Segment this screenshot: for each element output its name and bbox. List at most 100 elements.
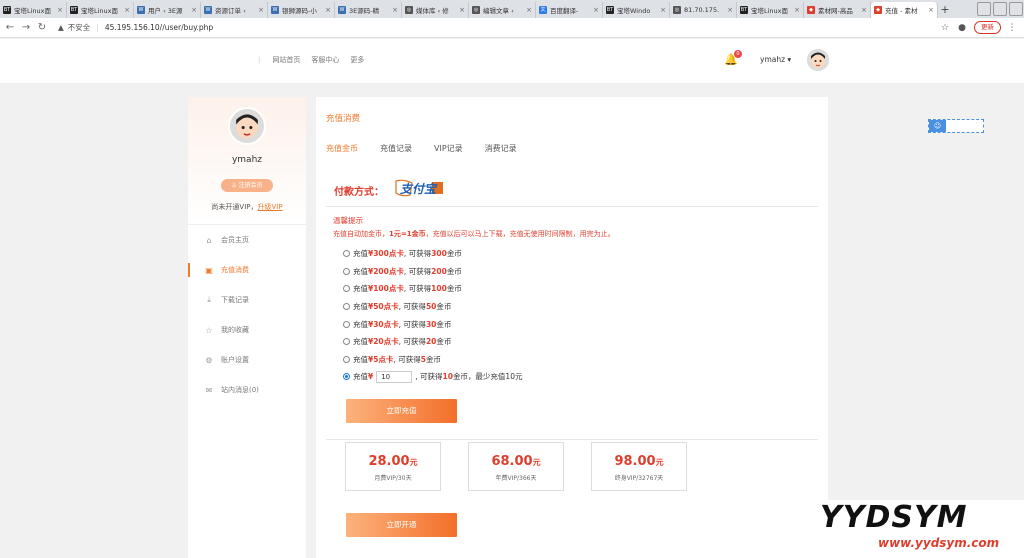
nav-service[interactable]: 客服中心 <box>311 55 339 65</box>
recharge-option[interactable]: 充值 ¥30点卡, 可获得 30 金币 <box>343 315 522 333</box>
recharge-option[interactable]: 充值 ¥20点卡, 可获得 20 金币 <box>343 333 522 351</box>
floating-widget[interactable]: ☺ <box>928 119 984 133</box>
alipay-logo[interactable]: 支付宝 <box>394 179 444 197</box>
tab-close-icon[interactable]: × <box>325 6 331 14</box>
recharge-option[interactable]: 充值 ¥100点卡, 可获得 100 金币 <box>343 280 522 298</box>
sidebar-item[interactable]: ⌂ 会员主页 <box>188 225 306 255</box>
browser-tab[interactable]: W 银狮源码-小 × <box>268 2 335 18</box>
option-radio[interactable] <box>343 338 350 346</box>
browser-tab[interactable]: 文百度翻译- × <box>536 2 603 18</box>
forward-icon[interactable]: → <box>20 22 32 33</box>
vip-plan-card[interactable]: 28.00元 月费VIP/30天 <box>345 442 441 491</box>
tab-label: 宝塔Linux面 <box>81 7 119 15</box>
maximize-button[interactable] <box>993 2 1007 16</box>
tab-close-icon[interactable]: × <box>191 6 197 14</box>
browser-tab[interactable]: W 资源订单 ‹ × <box>201 2 268 18</box>
option-radio[interactable] <box>343 373 350 381</box>
avatar-face-icon <box>807 49 829 71</box>
browser-tab[interactable]: BT 宝塔Linux面 × <box>67 2 134 18</box>
bookmark-star-icon[interactable]: ☆ <box>939 23 951 33</box>
option-suffix: 金币 <box>446 266 462 276</box>
tab-close-icon[interactable]: × <box>660 6 666 14</box>
tab-close-icon[interactable]: × <box>593 6 599 14</box>
tab-label: 媒体库 ‹ 修 <box>416 7 449 15</box>
option-radio[interactable] <box>343 250 350 258</box>
option-radio[interactable] <box>343 355 350 363</box>
vip-plan-card[interactable]: 68.00元 年费VIP/366天 <box>468 442 564 491</box>
option-suffix: 金币 <box>425 354 441 364</box>
minimize-button[interactable] <box>977 2 991 16</box>
account-icon[interactable]: ● <box>956 23 968 33</box>
tab-recharge-records[interactable]: 充值记录 <box>380 143 412 154</box>
tab-close-icon[interactable]: × <box>861 6 867 14</box>
tab-close-icon[interactable]: × <box>794 6 800 14</box>
nav-more[interactable]: 更多 <box>350 55 364 65</box>
tab-close-icon[interactable]: × <box>392 6 398 14</box>
reload-icon[interactable]: ↻ <box>36 22 48 33</box>
recharge-option[interactable]: 充值 ¥5点卡, 可获得 5 金币 <box>343 351 522 369</box>
bell-icon[interactable]: 🔔 0 <box>724 50 742 69</box>
new-tab-button[interactable]: + <box>938 2 952 18</box>
vip-status: 尚未开通VIP，升级VIP <box>188 202 306 212</box>
sidebar-item[interactable]: ▣ 充值消费 <box>188 255 306 285</box>
tab-favicon-icon: W <box>137 6 145 14</box>
option-radio[interactable] <box>343 267 350 275</box>
option-card: ¥50点卡 <box>368 302 399 312</box>
browser-tab[interactable]: BT 宝塔Windo × <box>603 2 670 18</box>
tab-close-icon[interactable]: × <box>258 6 264 14</box>
tab-label: 宝塔Linux面 <box>751 7 789 15</box>
warning-icon: ▲ <box>58 23 64 32</box>
tab-favicon-icon: BT <box>740 6 748 14</box>
tab-close-icon[interactable]: × <box>526 6 532 14</box>
url-separator: | <box>96 23 99 32</box>
browser-tab[interactable]: W 3E源码-精 × <box>335 2 402 18</box>
update-button[interactable]: 更新 <box>974 21 1001 34</box>
recharge-option[interactable]: 充值 ¥200点卡, 可获得 200 金币 <box>343 263 522 281</box>
browser-tab[interactable]: BT 宝塔Linux面 × <box>0 2 67 18</box>
avatar-face-icon <box>230 109 264 143</box>
url-field[interactable]: ▲ 不安全 | 45.195.156.10//user/buy.php <box>58 21 934 35</box>
user-icon: ♙ <box>231 182 239 189</box>
sidebar-item[interactable]: ✉ 站内消息(0) <box>188 375 306 405</box>
browser-tab[interactable]: ◆ 充值 - 素材 × <box>871 2 938 18</box>
vip-plan-card[interactable]: 98.00元 终身VIP/32767天 <box>591 442 687 491</box>
tab-close-icon[interactable]: × <box>727 6 733 14</box>
sidebar-username: ymahz <box>231 155 263 165</box>
recharge-button[interactable]: 立即充值 <box>346 399 457 423</box>
option-radio[interactable] <box>343 320 350 328</box>
option-radio[interactable] <box>343 285 350 293</box>
vip-price-unit: 元 <box>409 458 418 467</box>
tab-close-icon[interactable]: × <box>459 6 465 14</box>
browser-tab[interactable]: ◎ 编辑文章 ‹ × <box>469 2 536 18</box>
recharge-tabs: 充值金币 充值记录 VIP记录 消费记录 <box>326 143 539 154</box>
menu-dots-icon[interactable]: ⋮ <box>1006 23 1018 33</box>
option-radio[interactable] <box>343 303 350 311</box>
browser-tab[interactable]: W 用户 ‹ 3E源 × <box>134 2 201 18</box>
close-window-button[interactable] <box>1009 2 1023 16</box>
tab-vip-records[interactable]: VIP记录 <box>434 143 463 154</box>
back-icon[interactable]: ← <box>4 22 16 33</box>
sidebar-item[interactable]: ⚙ 账户设置 <box>188 345 306 375</box>
nav-home[interactable]: 网站首页 <box>272 55 300 65</box>
browser-tab[interactable]: ◆ 素材网-高品 × <box>804 2 871 18</box>
recharge-option-custom[interactable]: 充值 ¥ , 可获得 10 金币，最少充值10元 <box>343 368 522 386</box>
sidebar-item[interactable]: ⤓ 下载记录 <box>188 285 306 315</box>
browser-tab[interactable]: ◎ 81.70.175. × <box>670 2 737 18</box>
browser-tab[interactable]: BT 宝塔Linux面 × <box>737 2 804 18</box>
tab-recharge-coins[interactable]: 充值金币 <box>326 143 358 154</box>
browser-tab[interactable]: ◎ 媒体库 ‹ 修 × <box>402 2 469 18</box>
tab-close-icon[interactable]: × <box>57 6 63 14</box>
tab-close-icon[interactable]: × <box>928 6 934 14</box>
open-vip-button[interactable]: 立即开通 <box>346 513 457 537</box>
header-avatar[interactable] <box>807 49 829 71</box>
header-username[interactable]: ymahz ▾ <box>760 55 791 64</box>
sidebar-item[interactable]: ☆ 我的收藏 <box>188 315 306 345</box>
recharge-option[interactable]: 充值 ¥50点卡, 可获得 50 金币 <box>343 298 522 316</box>
upgrade-vip-link[interactable]: 升级VIP <box>258 203 283 211</box>
gear-icon: ⚙ <box>205 355 213 365</box>
tab-close-icon[interactable]: × <box>124 6 130 14</box>
recharge-option[interactable]: 充值 ¥300点卡, 可获得 300 金币 <box>343 245 522 263</box>
tab-consume-records[interactable]: 消费记录 <box>485 143 517 154</box>
custom-amount-input[interactable] <box>376 370 413 383</box>
tab-label: 用户 ‹ 3E源 <box>148 7 183 15</box>
